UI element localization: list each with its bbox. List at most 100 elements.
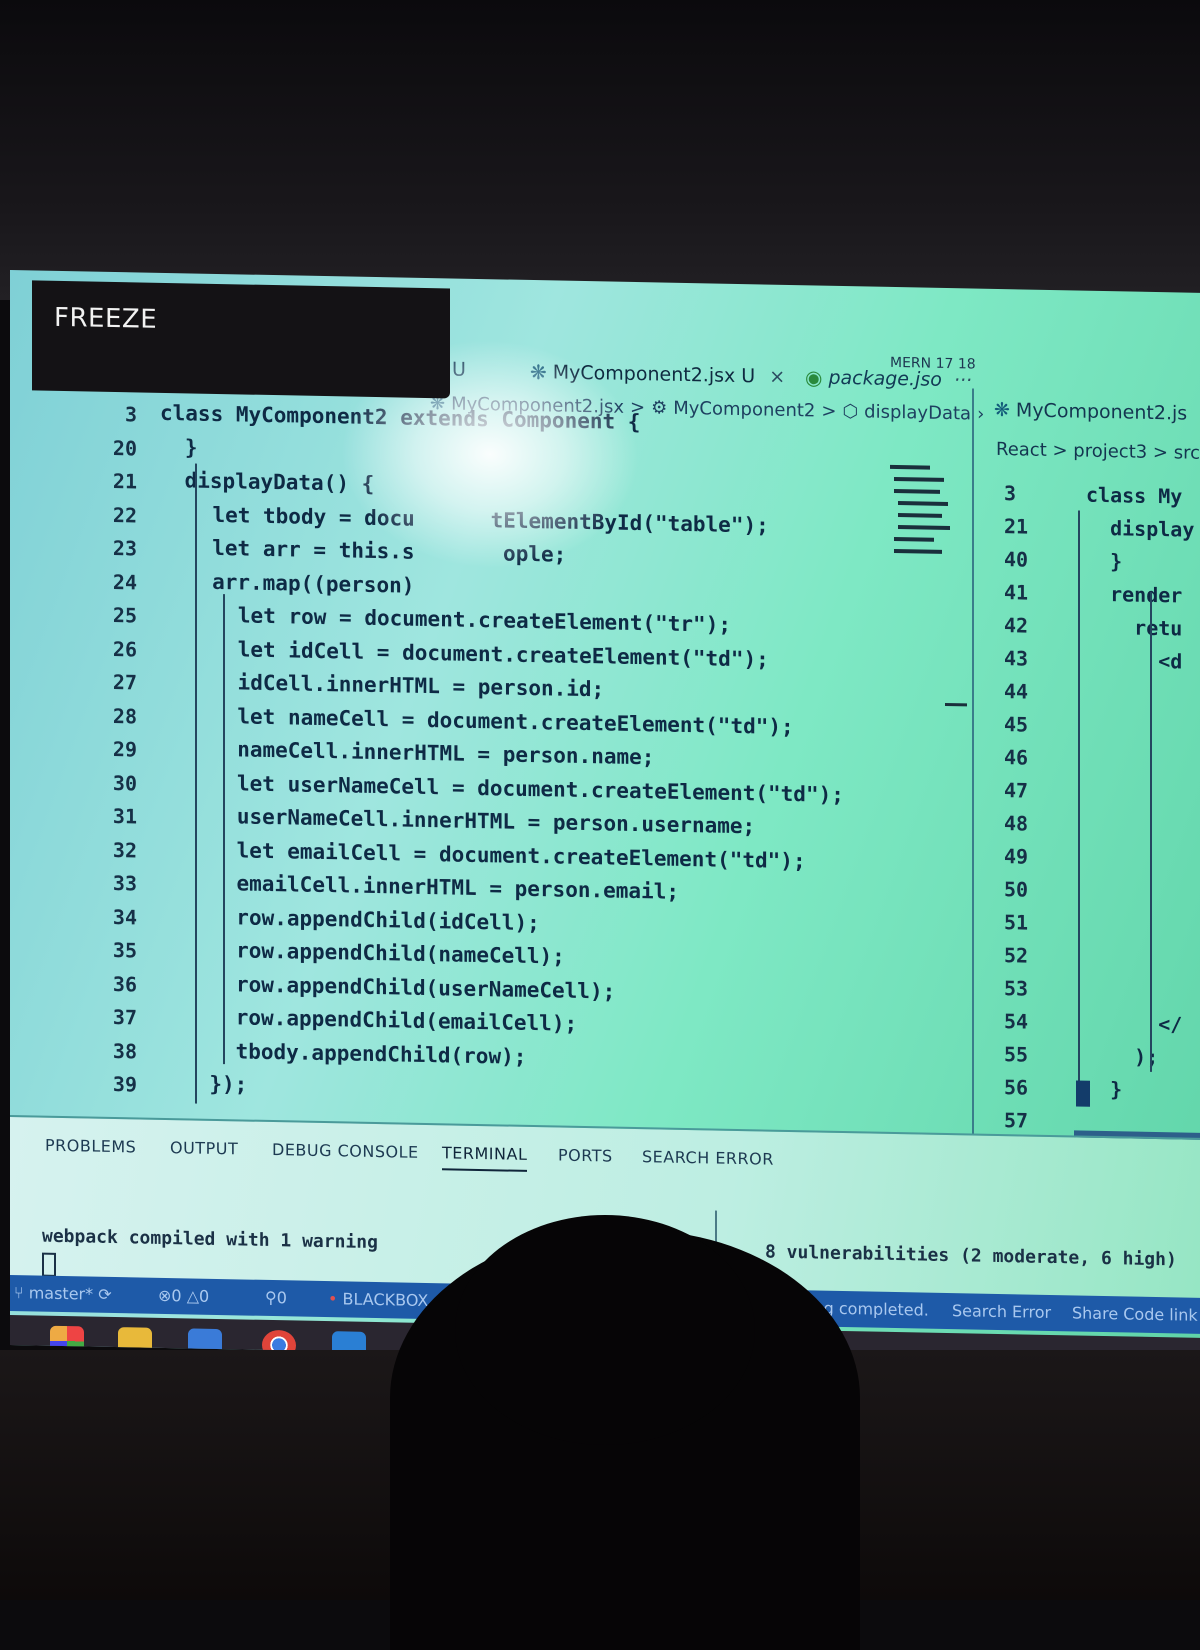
panel-tab-problems[interactable]: PROBLEMS <box>45 1136 136 1157</box>
projected-screen: FREEZE U ❋ MyComponent2.jsx U × ◉ packag… <box>10 270 1200 1368</box>
more-icon[interactable]: ··· <box>954 369 972 391</box>
code-line[interactable]: emailCell.innerHTML = person.email; <box>236 871 679 903</box>
error-icon: ⊗ <box>158 1285 172 1306</box>
code-line[interactable]: class My <box>1086 483 1182 509</box>
terminal-output: webpack compiled with 1 warning <box>42 1225 378 1254</box>
code-line[interactable]: let emailCell = document.createElement("… <box>237 838 806 873</box>
line-number: 21 <box>1004 514 1029 539</box>
code-line[interactable]: <d <box>1086 648 1182 673</box>
indent-guide <box>195 463 197 1104</box>
warning-count: 0 <box>199 1286 210 1306</box>
code-line[interactable]: idCell.innerHTML = person.id; <box>238 670 605 701</box>
react-icon: ❋ <box>994 398 1010 422</box>
panel-tab-terminal[interactable]: TERMINAL <box>442 1143 528 1172</box>
search-error-button[interactable]: Search Error <box>952 1301 1051 1322</box>
blackbox-icon: • <box>328 1289 338 1309</box>
ports-count: 0 <box>276 1288 287 1308</box>
code-line[interactable]: arr.map((person) <box>212 569 414 597</box>
code-line[interactable]: } <box>1086 1077 1122 1101</box>
code-line[interactable]: }); <box>209 1072 247 1097</box>
panel-tab-debug-console[interactable]: DEBUG CONSOLE <box>272 1140 419 1162</box>
minimap[interactable] <box>890 457 950 578</box>
right-tab-label: MyComponent2.js <box>1015 399 1188 425</box>
blackbox-label: BLACKBOX <box>342 1289 429 1311</box>
tab-mycomponent2-status: U <box>741 365 756 388</box>
warning-icon: △ <box>186 1286 199 1306</box>
line-number: 48 <box>1004 811 1029 836</box>
panel-tab-ports[interactable]: PORTS <box>558 1146 613 1166</box>
blackbox-indicator[interactable]: • BLACKBOX <box>328 1289 428 1310</box>
code-line[interactable]: retu <box>1086 615 1182 641</box>
code-line[interactable]: let tbody = docu tElementById("table"); <box>212 502 768 537</box>
branch-name: master* <box>28 1283 94 1304</box>
tab-mycomponent2-right[interactable]: ❋ MyComponent2.js <box>994 399 1187 425</box>
line-number: 49 <box>1004 844 1029 869</box>
line-number: 57 <box>1004 1108 1029 1133</box>
line-number: 47 <box>1004 778 1029 803</box>
line-number: 56 <box>1004 1075 1029 1100</box>
code-line[interactable]: tbody.appendChild(row); <box>236 1039 527 1069</box>
code-line[interactable]: row.appendChild(userNameCell); <box>236 972 615 1003</box>
tab-previous[interactable]: U <box>452 358 466 380</box>
code-area[interactable]: class MyComponent2 extends Component {} d… <box>35 400 895 1117</box>
right-breadcrumb: React > project3 > src <box>996 438 1200 464</box>
code-line[interactable]: displayData() { <box>185 468 375 496</box>
text-cursor <box>1076 1080 1090 1107</box>
code-line[interactable]: ); <box>1086 1044 1158 1069</box>
split-editor-pane[interactable]: ❋ MyComponent2.js React > project3 > src… <box>972 388 1200 1166</box>
code-line[interactable]: display <box>1086 516 1194 542</box>
line-number: 51 <box>1004 910 1029 935</box>
window-title: MERN 17 18 <box>890 354 976 373</box>
line-number: 53 <box>1004 976 1029 1001</box>
panel-tab-search-error[interactable]: SEARCH ERROR <box>642 1147 774 1169</box>
code-line[interactable]: render <box>1086 582 1182 607</box>
code-line[interactable]: let row = document.createElement("tr"); <box>238 603 731 636</box>
code-line[interactable]: } <box>1086 549 1122 573</box>
git-branch-icon: ⑂ <box>14 1283 24 1303</box>
indent-guide <box>1150 591 1152 1072</box>
branch-indicator[interactable]: ⑂ master* ⟳ <box>14 1283 112 1304</box>
scroll-marker <box>945 702 967 707</box>
line-number: 44 <box>1004 679 1029 704</box>
code-line[interactable]: row.appendChild(idCell); <box>236 905 539 935</box>
error-count: 0 <box>171 1286 182 1306</box>
package-icon: ◉ <box>805 365 823 390</box>
line-number: 46 <box>1004 745 1029 770</box>
code-line[interactable]: let nameCell = document.createElement("t… <box>237 704 793 739</box>
line-number: 54 <box>1004 1009 1029 1034</box>
line-number: 40 <box>1004 547 1029 572</box>
code-line[interactable]: let idCell = document.createElement("td"… <box>238 637 769 671</box>
close-icon[interactable]: × <box>769 366 785 388</box>
line-number: 43 <box>1004 646 1029 671</box>
indent-guide <box>1078 510 1080 1101</box>
code-line[interactable]: nameCell.innerHTML = person.name; <box>237 737 654 769</box>
panel-tab-output[interactable]: OUTPUT <box>170 1138 238 1158</box>
indent-guide <box>223 594 225 1065</box>
ports-indicator[interactable]: ⚲0 <box>265 1288 287 1307</box>
line-number: 52 <box>1004 943 1029 968</box>
freeze-label: FREEZE <box>54 302 158 335</box>
line-number: 41 <box>1004 580 1029 605</box>
line-number: 45 <box>1004 712 1029 737</box>
code-editor[interactable]: 3 20 21 22 23 24 25 26 27 28 29 30 31 32 33 34 35 36 37 38 3… <box>35 400 965 1118</box>
tab-mycomponent2-label: MyComponent2.jsx <box>552 361 736 387</box>
problems-indicator[interactable]: ⊗0 △0 <box>158 1286 209 1306</box>
line-number: 42 <box>1004 613 1029 638</box>
code-line[interactable]: let arr = this.s ople; <box>212 536 566 567</box>
tab-mycomponent2[interactable]: ❋ MyComponent2.jsx U × <box>530 360 785 389</box>
code-line[interactable]: } <box>185 435 198 459</box>
code-line[interactable]: </ <box>1086 1011 1182 1036</box>
share-code-link-button[interactable]: Share Code link <box>1072 1303 1198 1324</box>
freeze-overlay: FREEZE <box>32 280 450 399</box>
code-line[interactable]: row.appendChild(nameCell); <box>236 938 565 968</box>
react-icon: ❋ <box>530 359 547 385</box>
code-line[interactable]: row.appendChild(emailCell); <box>236 1005 577 1036</box>
sync-icon: ⟳ <box>98 1284 112 1304</box>
code-line[interactable]: let userNameCell = document.createElemen… <box>237 771 844 807</box>
code-line[interactable]: userNameCell.innerHTML = person.username… <box>237 804 755 838</box>
line-number: 3 <box>1004 481 1017 506</box>
line-number: 50 <box>1004 877 1029 902</box>
terminal-cursor <box>42 1252 56 1277</box>
terminal-output-vulnerabilities: 8 vulnerabilities (2 moderate, 6 high) <box>765 1241 1177 1271</box>
audience-head-silhouette <box>455 1215 755 1445</box>
